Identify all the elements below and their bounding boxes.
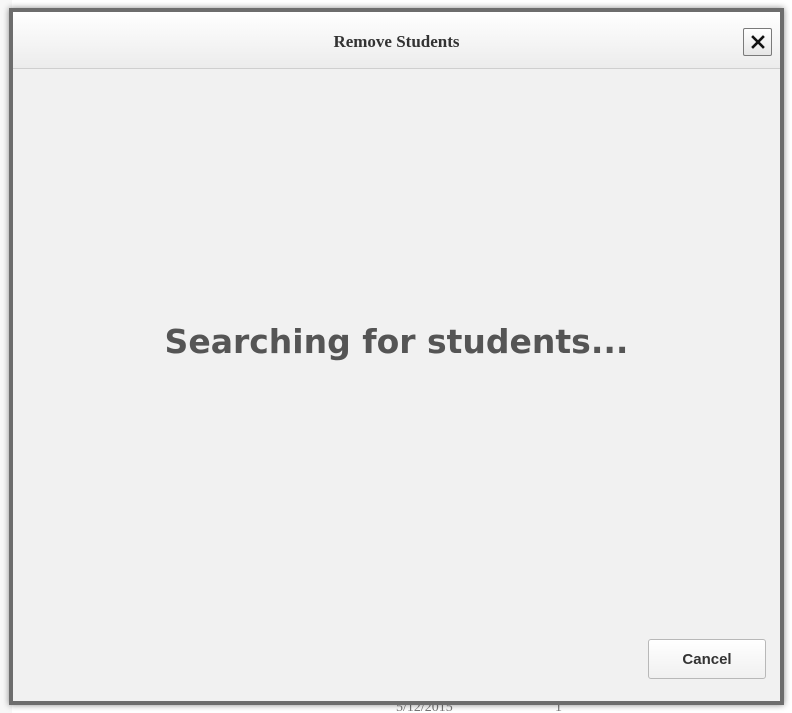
dialog-header: Remove Students (13, 12, 780, 69)
dialog-title: Remove Students (333, 32, 460, 51)
close-icon (750, 35, 765, 49)
close-button[interactable] (743, 28, 772, 56)
page: 5/12/2015 1 Remove Students Searching fo… (0, 0, 792, 713)
remove-students-dialog: Remove Students Searching for students..… (9, 8, 784, 705)
searching-status-message: Searching for students... (164, 322, 629, 361)
cancel-button[interactable]: Cancel (648, 639, 766, 679)
